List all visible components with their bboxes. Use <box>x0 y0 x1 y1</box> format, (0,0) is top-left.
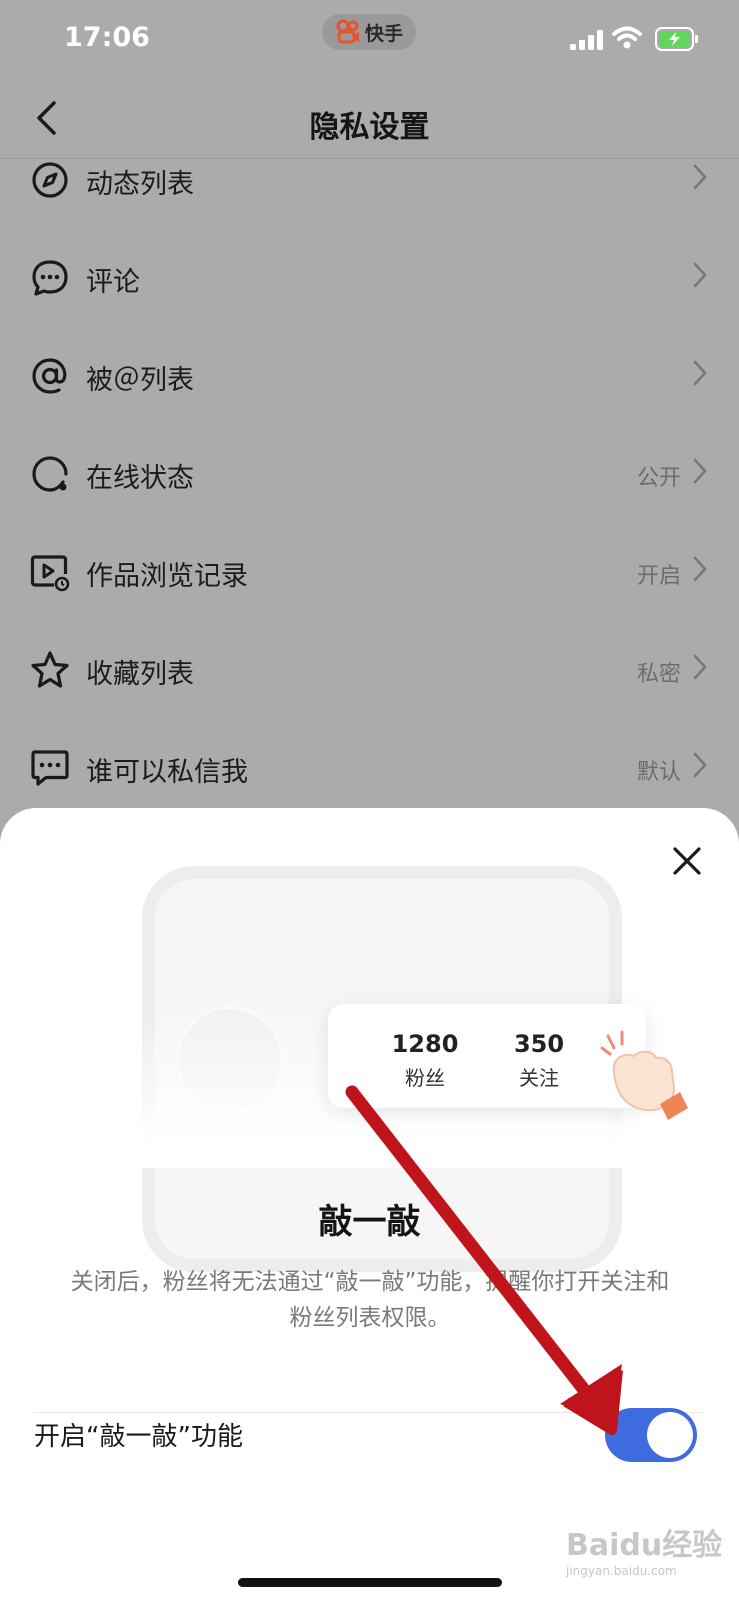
annotation-arrow <box>345 1085 623 1435</box>
baidu-watermark: Baidu经验 jingyan.baidu.com <box>566 1528 723 1578</box>
home-indicator[interactable] <box>238 1578 502 1587</box>
